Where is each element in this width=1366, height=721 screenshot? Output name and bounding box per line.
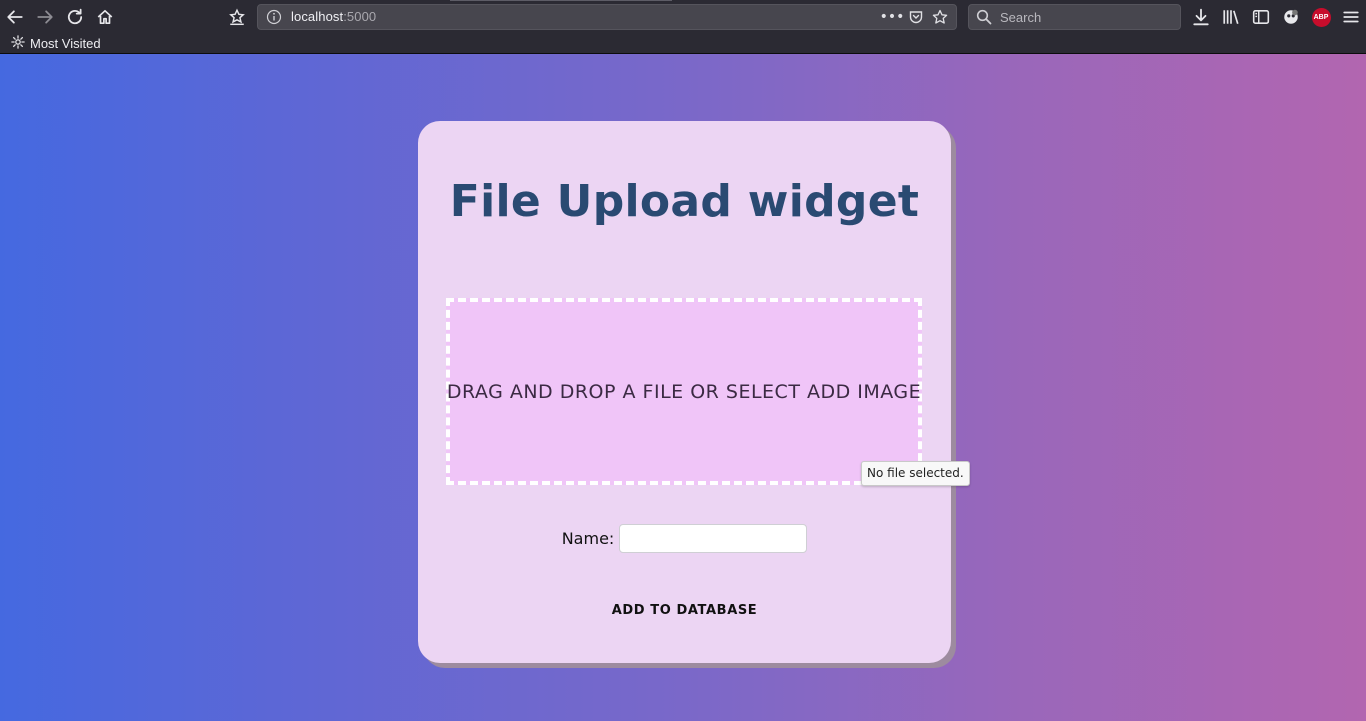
download-icon[interactable] (1190, 6, 1212, 28)
page-actions-icon[interactable]: ••• (880, 7, 905, 27)
back-arrow-icon[interactable] (4, 6, 26, 28)
name-label: Name: (561, 529, 615, 548)
sidebar-icon[interactable] (1250, 6, 1272, 28)
file-input-tooltip: No file selected. (861, 461, 970, 486)
url-port: :5000 (343, 9, 377, 24)
bookmark-most-visited[interactable]: Most Visited (11, 34, 101, 52)
add-to-database-button[interactable]: ADD TO DATABASE (418, 603, 951, 618)
url-bar[interactable]: localhost:5000 ••• (257, 4, 957, 30)
forward-arrow-icon[interactable] (34, 6, 56, 28)
upload-card: File Upload widget DRAG AND DROP A FILE … (418, 121, 951, 663)
file-dropzone[interactable]: DRAG AND DROP A FILE OR SELECT ADD IMAGE (446, 298, 922, 485)
search-bar[interactable]: Search (968, 4, 1181, 30)
url-host: localhost (291, 9, 344, 24)
page-title: File Upload widget (449, 176, 920, 227)
gear-icon (11, 34, 25, 52)
bookmark-star-icon[interactable] (930, 7, 950, 27)
browser-chrome: localhost:5000 ••• Search ABP Most Visit… (0, 0, 1366, 54)
bookmark-label: Most Visited (30, 35, 101, 51)
library-icon[interactable] (1220, 6, 1242, 28)
url-text[interactable]: localhost:5000 (291, 9, 376, 24)
home-icon[interactable] (94, 6, 116, 28)
search-placeholder: Search (1000, 10, 1042, 25)
adblock-label: ABP (1311, 7, 1331, 27)
name-input[interactable] (619, 524, 808, 553)
hamburger-menu-icon[interactable] (1340, 6, 1362, 28)
dropzone-label: DRAG AND DROP A FILE OR SELECT ADD IMAGE (446, 380, 922, 403)
bookmarks-toolbar: Most Visited (0, 34, 1366, 54)
extension-ghost-icon[interactable] (1280, 6, 1302, 28)
pocket-icon[interactable] (906, 7, 926, 27)
site-info-icon[interactable] (266, 9, 282, 25)
name-field-row: Name: (418, 524, 951, 553)
page-background: File Upload widget DRAG AND DROP A FILE … (0, 54, 1366, 721)
reload-icon[interactable] (64, 6, 86, 28)
url-actions: ••• (880, 7, 950, 27)
search-icon (976, 9, 992, 25)
reader-bookmark-icon[interactable] (226, 6, 248, 28)
adblock-icon[interactable]: ABP (1310, 6, 1332, 28)
browser-toolbar: localhost:5000 ••• Search ABP (0, 0, 1366, 34)
